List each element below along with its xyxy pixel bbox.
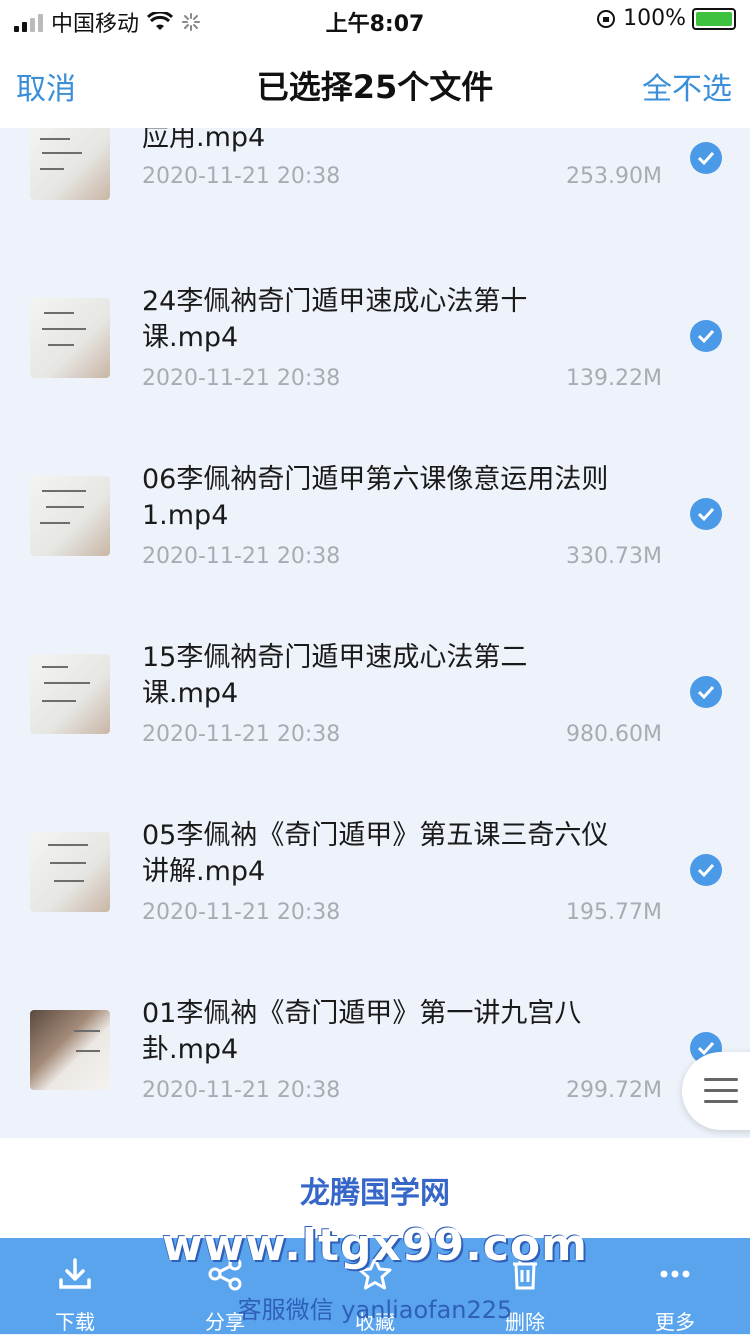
file-meta: 2020-11-21 20:38 299.72M xyxy=(142,1078,662,1103)
file-size: 980.60M xyxy=(566,722,662,747)
nav-bar: 取消 已选择25个文件 全不选 xyxy=(0,40,750,128)
check-icon[interactable] xyxy=(690,854,722,886)
video-thumbnail xyxy=(30,298,110,378)
file-meta: 2020-11-21 20:38 980.60M xyxy=(142,722,662,747)
list-item[interactable]: 01李佩衲《奇门遁甲》第一讲九宫八卦.mp4 2020-11-21 20:38 … xyxy=(0,980,750,1138)
file-meta: 2020-11-21 20:38 253.90M xyxy=(142,164,662,189)
check-icon[interactable] xyxy=(690,142,722,174)
file-size: 330.73M xyxy=(566,544,662,569)
file-date: 2020-11-21 20:38 xyxy=(142,366,341,391)
battery-icon xyxy=(692,7,736,30)
status-right: 100% xyxy=(595,6,736,31)
status-bar: 中国移动 上午8:07 100% xyxy=(0,0,750,40)
file-date: 2020-11-21 20:38 xyxy=(142,164,341,189)
file-date: 2020-11-21 20:38 xyxy=(142,900,341,925)
deselect-all-button[interactable]: 全不选 xyxy=(642,64,732,108)
orientation-lock-icon xyxy=(597,9,616,28)
battery-label: 100% xyxy=(623,6,686,31)
file-date: 2020-11-21 20:38 xyxy=(142,1078,341,1103)
file-size: 139.22M xyxy=(566,366,662,391)
list-item[interactable]: 24李佩衲奇门遁甲速成心法第十课.mp4 2020-11-21 20:38 13… xyxy=(0,268,750,446)
video-thumbnail xyxy=(30,832,110,912)
list-item[interactable]: 05李佩衲《奇门遁甲》第五课三奇六仪讲解.mp4 2020-11-21 20:3… xyxy=(0,802,750,980)
list-item[interactable]: 06李佩衲奇门遁甲第六课像意运用法则1.mp4 2020-11-21 20:38… xyxy=(0,446,750,624)
file-name: 24李佩衲奇门遁甲速成心法第十课.mp4 xyxy=(142,286,528,353)
file-meta: 2020-11-21 20:38 330.73M xyxy=(142,544,662,569)
check-icon[interactable] xyxy=(690,676,722,708)
video-thumbnail xyxy=(30,128,110,200)
watermark-url: www.ltgx99.com xyxy=(162,1220,588,1271)
list-item[interactable]: 15李佩衲奇门遁甲速成心法第二课.mp4 2020-11-21 20:38 98… xyxy=(0,624,750,802)
video-thumbnail xyxy=(30,476,110,556)
file-list: 应用.mp4 2020-11-21 20:38 253.90M 24李佩衲奇门遁… xyxy=(0,128,750,1138)
file-meta: 2020-11-21 20:38 139.22M xyxy=(142,366,662,391)
file-name: 15李佩衲奇门遁甲速成心法第二课.mp4 xyxy=(142,642,528,709)
file-date: 2020-11-21 20:38 xyxy=(142,722,341,747)
file-size: 253.90M xyxy=(566,164,662,189)
file-meta: 2020-11-21 20:38 195.77M xyxy=(142,900,662,925)
file-size: 195.77M xyxy=(566,900,662,925)
file-name: 01李佩衲《奇门遁甲》第一讲九宫八卦.mp4 xyxy=(142,998,582,1065)
file-size: 299.72M xyxy=(566,1078,662,1103)
video-thumbnail xyxy=(30,1010,110,1090)
watermark-wechat: 客服微信 yanliaofan225 xyxy=(237,1296,513,1324)
file-date: 2020-11-21 20:38 xyxy=(142,544,341,569)
file-name: 应用.mp4 xyxy=(142,128,266,153)
floating-menu-button[interactable] xyxy=(682,1052,750,1130)
file-name: 06李佩衲奇门遁甲第六课像意运用法则1.mp4 xyxy=(142,464,609,531)
check-icon[interactable] xyxy=(690,498,722,530)
video-thumbnail xyxy=(30,654,110,734)
watermark-site-name: 龙腾国学网 xyxy=(300,1176,450,1211)
list-item[interactable]: 应用.mp4 2020-11-21 20:38 253.90M xyxy=(0,128,750,268)
file-name: 05李佩衲《奇门遁甲》第五课三奇六仪讲解.mp4 xyxy=(142,820,609,887)
check-icon[interactable] xyxy=(690,320,722,352)
page-title: 已选择25个文件 xyxy=(256,68,494,106)
